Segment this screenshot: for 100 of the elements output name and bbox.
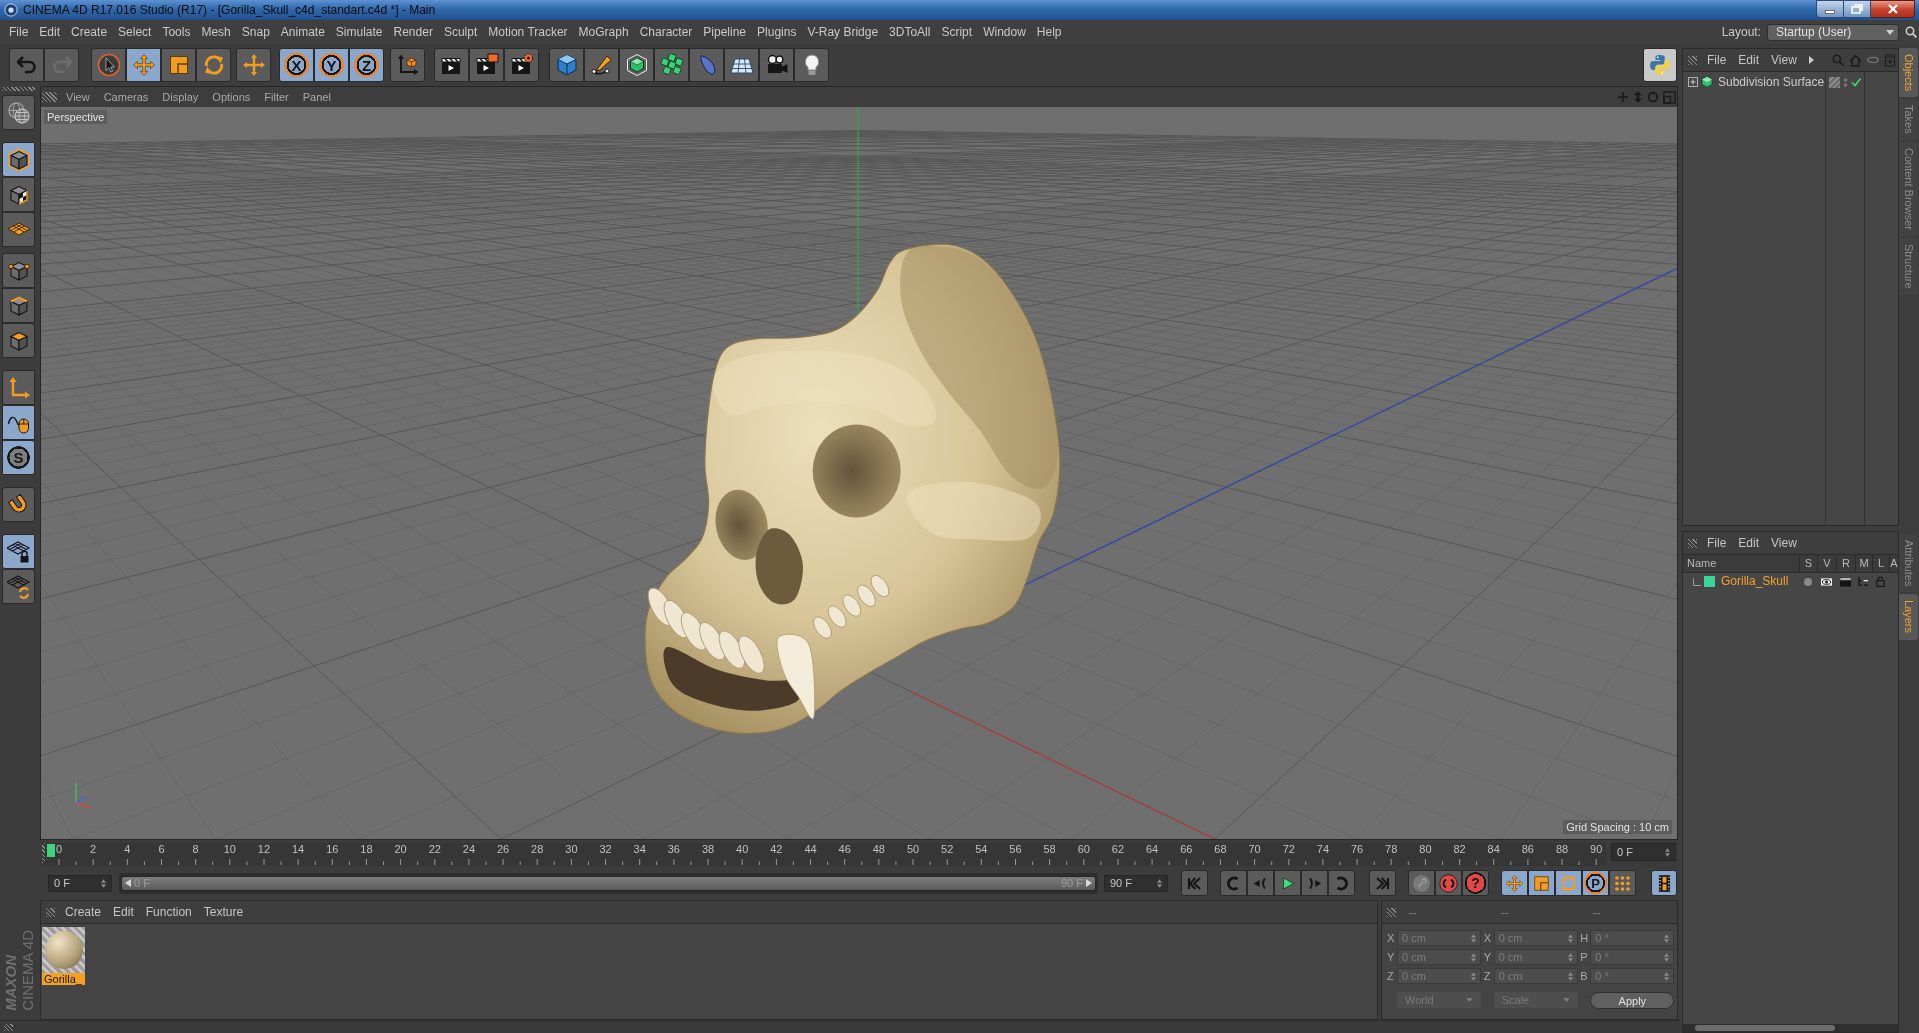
menu-item[interactable]: View [1771, 52, 1797, 68]
menu-item[interactable]: File [1707, 52, 1727, 68]
python-button[interactable] [1643, 48, 1677, 82]
edges-mode-button[interactable] [2, 288, 35, 323]
range-start-handle-icon[interactable] [125, 879, 131, 887]
scale-tool-button[interactable] [161, 48, 196, 82]
menu-item[interactable]: View [66, 90, 90, 104]
spinner-arrows-icon[interactable] [1471, 971, 1476, 981]
menu-item[interactable]: Mesh [201, 24, 231, 40]
key-selection-button[interactable]: ? [1462, 870, 1489, 896]
tweak-mode-button[interactable] [2, 405, 35, 440]
rotation-key-button[interactable] [1555, 870, 1582, 896]
align-workplane-button[interactable] [2, 569, 35, 604]
menu-item[interactable]: Create [65, 904, 102, 920]
menu-item[interactable]: Edit [113, 904, 134, 920]
polygons-mode-button[interactable] [2, 323, 35, 358]
floor-button[interactable] [724, 48, 759, 82]
timeline-button[interactable] [1651, 870, 1677, 896]
menu-item[interactable]: Render [393, 24, 433, 40]
s-toggle-button[interactable]: S [2, 440, 35, 475]
texture-mode-button[interactable] [2, 177, 35, 212]
clapperboard-icon[interactable] [1840, 576, 1851, 587]
model-mode-button[interactable] [2, 142, 35, 177]
menu-item[interactable]: Snap [241, 24, 270, 40]
render-view-button[interactable] [434, 48, 469, 82]
menu-item[interactable]: Simulate [335, 24, 383, 40]
spinner-arrows-icon[interactable] [1567, 971, 1573, 981]
pen-button[interactable] [584, 48, 619, 82]
menu-item[interactable]: Panel [302, 90, 331, 104]
previous-key-button[interactable] [1220, 870, 1247, 896]
check-icon[interactable] [1851, 77, 1861, 87]
light-button[interactable] [794, 48, 829, 82]
cloner-button[interactable] [654, 48, 689, 82]
spinner-arrows-icon[interactable] [1664, 933, 1670, 943]
select-tool-button[interactable] [91, 48, 126, 82]
points-mode-button[interactable] [2, 253, 35, 288]
menu-item[interactable]: View [1771, 535, 1797, 551]
menu-item[interactable]: Help [1036, 24, 1062, 40]
point-level-key-button[interactable] [1609, 870, 1636, 896]
menu-item[interactable]: Script [941, 24, 973, 40]
apply-button[interactable]: Apply [1590, 992, 1675, 1009]
render-settings-button[interactable] [504, 48, 539, 82]
submenu-arrow-icon[interactable] [1808, 56, 1814, 64]
menu-item[interactable]: Animate [280, 24, 325, 40]
menu-item[interactable]: Character [639, 24, 693, 40]
axis-mode-button[interactable] [2, 370, 35, 405]
menu-item[interactable]: Plugins [757, 24, 797, 40]
playhead-marker[interactable] [47, 844, 55, 857]
menu-item[interactable]: Tools [162, 24, 191, 40]
close-button[interactable] [1871, 0, 1915, 18]
menu-item[interactable]: File [1707, 535, 1727, 551]
lock-workplane-button[interactable] [2, 534, 35, 569]
menu-item[interactable]: File [9, 24, 29, 40]
workplane-mode-button[interactable] [2, 212, 35, 247]
spinner-arrows-icon[interactable] [1157, 878, 1162, 888]
hierarchy-icon[interactable] [1858, 576, 1869, 587]
menu-item[interactable]: MoGraph [578, 24, 629, 40]
current-frame-field[interactable]: 0 F [1611, 843, 1676, 861]
menu-item[interactable]: Edit [39, 24, 61, 40]
spinner-arrows-icon[interactable] [101, 878, 106, 888]
panel-tab[interactable]: Layers [1899, 594, 1918, 640]
maximize-button[interactable] [1844, 0, 1871, 18]
menu-item[interactable]: Options [212, 90, 251, 104]
eye-icon[interactable] [1821, 577, 1832, 586]
visibility-dots-icon[interactable] [1843, 76, 1848, 88]
next-key-button[interactable] [1328, 870, 1355, 896]
menu-item[interactable]: Filter [264, 90, 289, 104]
render-picture-button[interactable] [469, 48, 504, 82]
menu-item[interactable]: Cameras [103, 90, 149, 104]
search-icon[interactable] [1905, 26, 1917, 38]
menu-item[interactable]: Window [983, 24, 1026, 40]
oval-icon[interactable] [1867, 56, 1879, 64]
rotate-tool-button[interactable] [196, 48, 231, 82]
menu-item[interactable]: Select [118, 24, 152, 40]
coordinate-system-button[interactable] [390, 48, 425, 82]
go-to-end-button[interactable] [1369, 870, 1396, 896]
panel-tab[interactable]: Objects [1899, 48, 1918, 98]
menu-item[interactable]: 3DToAll [889, 24, 931, 40]
menu-item[interactable]: Motion Tracker [488, 24, 568, 40]
parameter-key-button[interactable]: P [1582, 870, 1609, 896]
spinner-arrows-icon[interactable] [1567, 952, 1573, 962]
spinner-arrows-icon[interactable] [1567, 933, 1573, 943]
menu-item[interactable]: Create [71, 24, 108, 40]
scrollbar-thumb[interactable] [1695, 1025, 1835, 1031]
menu-item[interactable]: V-Ray Bridge [807, 24, 879, 40]
menu-item[interactable]: Function [145, 904, 192, 920]
snap-button[interactable] [2, 487, 35, 522]
horizontal-scrollbar[interactable] [1683, 1024, 1898, 1032]
timeline-ruler[interactable]: 0 2 4 6 8 10 12 14 16 18 20 22 24 26 28 30 32 34 36 38 40 42 44 46 48 50 52 54 56 58 60 62 64 66 68 70 72 74 76 78 80 82 84 86 88 90 [45, 843, 1606, 866]
play-button[interactable] [1274, 870, 1301, 896]
axis-lock-button[interactable]: Z [349, 48, 384, 82]
minimize-button[interactable] [1816, 0, 1844, 18]
position-key-button[interactable] [1501, 870, 1528, 896]
solo-dot-icon[interactable] [1804, 577, 1812, 586]
go-to-start-button[interactable] [1181, 870, 1208, 896]
subdivision-button[interactable] [619, 48, 654, 82]
cube-button[interactable] [549, 48, 584, 82]
spinner-arrows-icon[interactable] [1471, 933, 1476, 943]
recent-tool-button[interactable] [236, 48, 271, 82]
menu-item[interactable]: Edit [1738, 52, 1760, 68]
